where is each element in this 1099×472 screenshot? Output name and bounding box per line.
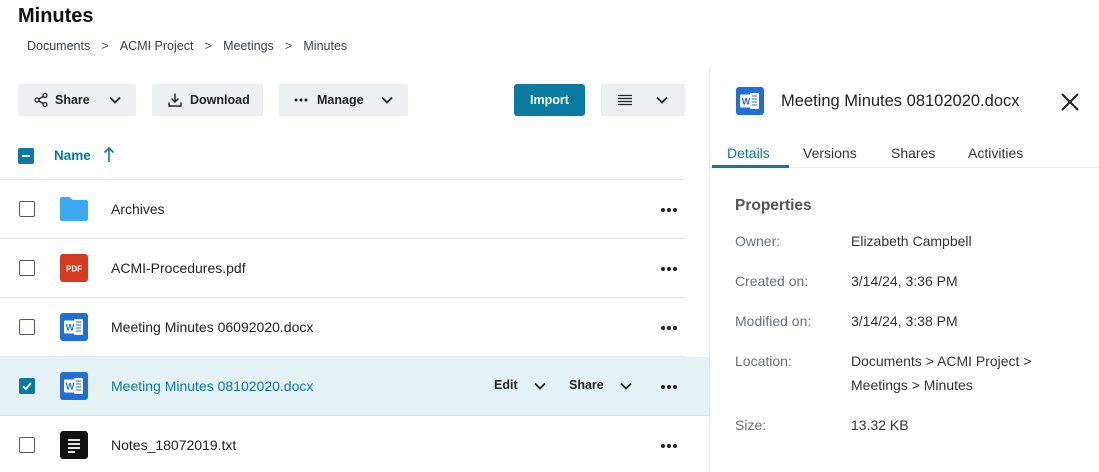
edit-button[interactable]: Edit <box>494 378 518 392</box>
share-icon <box>33 92 49 108</box>
size-label: Size: <box>735 417 767 433</box>
word-file-icon: W <box>59 371 89 401</box>
manage-button-label: Manage <box>317 93 364 107</box>
file-name[interactable]: ACMI-Procedures.pdf <box>111 260 246 276</box>
svg-text:W: W <box>742 97 751 107</box>
tab-versions[interactable]: Versions <box>803 145 857 161</box>
view-options-button[interactable] <box>601 84 685 116</box>
list-view-icon <box>617 92 633 108</box>
folder-icon <box>59 194 89 224</box>
word-file-icon: W <box>59 312 89 342</box>
created-value: 3/14/24, 3:36 PM <box>851 273 958 289</box>
panel-title: Meeting Minutes 08102020.docx <box>781 92 1020 110</box>
share-button[interactable]: Share <box>18 84 136 116</box>
panel-tabs: Details Versions Shares Activities <box>710 144 1099 168</box>
select-all-checkbox[interactable] <box>18 148 34 164</box>
chevron-right-icon: > <box>284 38 293 53</box>
owner-label: Owner: <box>735 233 781 249</box>
properties-heading: Properties <box>735 197 812 214</box>
created-label: Created on: <box>735 273 809 289</box>
modified-label: Modified on: <box>735 313 812 329</box>
row-checkbox[interactable] <box>19 437 35 453</box>
location-value-line2[interactable]: Meetings > Minutes <box>851 373 973 397</box>
more-actions-icon[interactable] <box>660 385 678 389</box>
breadcrumb: Documents > ACMI Project > Meetings > Mi… <box>27 38 347 53</box>
chevron-down-icon <box>108 93 122 110</box>
list-item-selected[interactable]: W Meeting Minutes 08102020.docx Edit Sha… <box>0 357 709 416</box>
row-share-button[interactable]: Share <box>569 378 604 392</box>
row-checkbox-checked[interactable] <box>19 378 35 394</box>
details-panel: W Meeting Minutes 08102020.docx Details … <box>709 68 1099 472</box>
more-actions-icon[interactable] <box>660 208 678 212</box>
list-item[interactable]: Archives <box>0 180 685 239</box>
row-checkbox[interactable] <box>19 260 35 276</box>
breadcrumb-minutes: Minutes <box>303 38 348 53</box>
page-title: Minutes <box>18 5 94 27</box>
sort-ascending-icon[interactable] <box>102 146 116 169</box>
tab-shares[interactable]: Shares <box>891 145 935 161</box>
word-file-icon: W <box>735 86 765 116</box>
text-file-icon <box>59 430 89 460</box>
list-item[interactable]: W Meeting Minutes 06092020.docx <box>0 298 685 357</box>
pdf-icon-text: PDF <box>66 265 82 274</box>
column-header-name[interactable]: Name <box>54 148 91 163</box>
download-button-label: Download <box>190 93 250 107</box>
chevron-down-icon <box>655 93 669 110</box>
more-actions-icon[interactable] <box>660 326 678 330</box>
chevron-down-icon[interactable] <box>619 379 633 398</box>
chevron-down-icon <box>380 93 394 110</box>
manage-button[interactable]: Manage <box>279 84 408 116</box>
breadcrumb-documents[interactable]: Documents <box>27 39 90 53</box>
pdf-file-icon: PDF <box>59 253 89 283</box>
tab-activities[interactable]: Activities <box>968 145 1023 161</box>
active-tab-indicator <box>712 165 789 168</box>
tab-details[interactable]: Details <box>727 145 770 161</box>
location-value-line1[interactable]: Documents > ACMI Project > <box>851 349 1032 373</box>
share-button-label: Share <box>55 93 90 107</box>
checkmark-icon <box>22 382 32 391</box>
file-name[interactable]: Meeting Minutes 06092020.docx <box>111 319 313 335</box>
svg-text:W: W <box>66 382 75 392</box>
more-actions-icon[interactable] <box>660 267 678 271</box>
size-value: 13.32 KB <box>851 417 909 433</box>
file-name[interactable]: Notes_18072019.txt <box>111 437 236 453</box>
chevron-right-icon: > <box>204 38 213 53</box>
svg-text:W: W <box>66 323 75 333</box>
download-icon <box>167 92 183 108</box>
breadcrumb-acmi-project[interactable]: ACMI Project <box>120 39 194 53</box>
more-horizontal-icon <box>293 92 309 108</box>
owner-value: Elizabeth Campbell <box>851 233 972 249</box>
row-checkbox[interactable] <box>19 201 35 217</box>
more-actions-icon[interactable] <box>660 444 678 448</box>
import-button[interactable]: Import <box>514 84 585 116</box>
modified-value: 3/14/24, 3:38 PM <box>851 313 958 329</box>
close-icon[interactable] <box>1060 92 1080 117</box>
download-button[interactable]: Download <box>152 84 263 116</box>
file-name[interactable]: Archives <box>111 201 165 217</box>
chevron-down-icon[interactable] <box>533 379 547 398</box>
list-header: Name <box>0 138 685 180</box>
location-label: Location: <box>735 353 792 369</box>
chevron-right-icon: > <box>101 38 109 53</box>
row-checkbox[interactable] <box>19 319 35 335</box>
breadcrumb-meetings[interactable]: Meetings <box>223 39 274 53</box>
list-item[interactable]: Notes_18072019.txt <box>0 416 685 472</box>
file-name[interactable]: Meeting Minutes 08102020.docx <box>111 378 313 394</box>
list-item[interactable]: PDF ACMI-Procedures.pdf <box>0 239 685 298</box>
